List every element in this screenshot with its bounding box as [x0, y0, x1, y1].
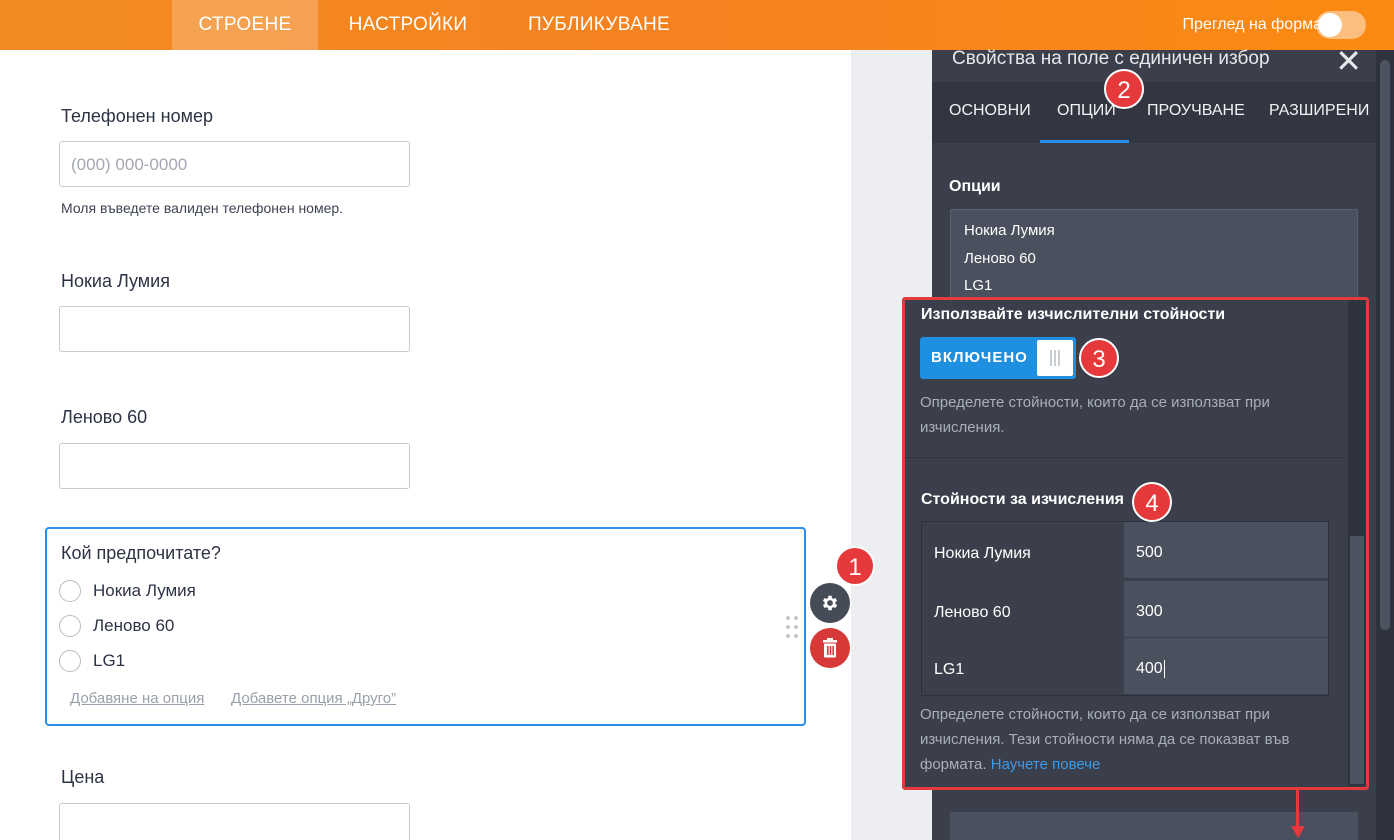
delete-field-button[interactable] — [810, 628, 850, 668]
nokia-field-label: Нокиа Лумия — [61, 271, 170, 291]
calc-option-name: LG1 — [934, 661, 965, 678]
lenovo-input[interactable] — [59, 443, 410, 489]
options-line: Леново 60 — [964, 250, 1036, 267]
phone-field-label: Телефонен номер — [61, 106, 213, 126]
panel-tab-basic[interactable]: ОСНОВНИ — [949, 102, 1031, 120]
step-badge-4: 4 — [1132, 482, 1172, 522]
description-line: формата. Научете повече — [920, 752, 1289, 777]
calc-option-name: Леново 60 — [934, 604, 1011, 621]
panel-scrollbar[interactable] — [1376, 50, 1394, 840]
radio-button[interactable] — [59, 650, 81, 672]
form-preview-toggle[interactable] — [1316, 11, 1366, 39]
radio-option-label: Нокиа Лумия — [93, 581, 196, 600]
price-field-label: Цена — [61, 767, 105, 787]
form-preview-label: Преглед на форма — [1182, 16, 1322, 33]
description-line: изчисления. Тези стойности няма да се по… — [920, 731, 1290, 748]
add-other-option-link[interactable]: Добавете опция „Друго” — [231, 690, 396, 707]
calc-value: 400 — [1136, 660, 1165, 678]
learn-more-link[interactable]: Научете повече — [991, 756, 1101, 773]
close-icon[interactable]: ✕ — [1335, 42, 1362, 80]
scrollbar-thumb[interactable] — [1350, 536, 1364, 784]
phone-input[interactable]: (000) 000-0000 — [59, 141, 410, 187]
trash-icon — [823, 638, 837, 658]
top-navigation-bar: СТРОЕНЕ НАСТРОЙКИ ПУБЛИКУВАНЕ Преглед на… — [0, 0, 1394, 50]
annotation-arrow — [1296, 790, 1299, 830]
calc-values-table: Нокиа Лумия 500 Леново 60 300 LG1 400 — [921, 521, 1329, 696]
calc-values-toggle[interactable]: ВКЛЮЧЕНО — [920, 337, 1076, 379]
tab-publish[interactable]: ПУБЛИКУВАНЕ — [514, 0, 684, 50]
description-line: Определете стойности, които да се използ… — [920, 706, 1270, 723]
step-badge-3: 3 — [1079, 338, 1119, 378]
lenovo-field-label: Леново 60 — [61, 407, 148, 427]
calc-value: 500 — [1136, 544, 1163, 561]
options-line: LG1 — [964, 277, 993, 294]
field-properties-button[interactable] — [810, 583, 850, 623]
section-divider — [905, 457, 1345, 458]
panel-tab-advanced[interactable]: РАЗШИРЕНИ — [1269, 102, 1369, 120]
options-heading: Опции — [949, 178, 1001, 195]
calc-option-cell: Леново 60 — [922, 581, 1124, 638]
panel-tab-survey[interactable]: ПРОУЧВАНЕ — [1147, 102, 1245, 120]
question-label: Кой предпочитате? — [61, 543, 221, 563]
calc-value-row: LG1 400 — [922, 638, 1328, 695]
calc-value-row: Нокиа Лумия 500 — [922, 522, 1328, 579]
phone-input-placeholder: (000) 000-0000 — [71, 155, 188, 174]
radio-button[interactable] — [59, 580, 81, 602]
step-badge-1: 1 — [835, 546, 875, 586]
calc-option-cell: Нокиа Лумия — [922, 522, 1124, 579]
calc-value-input[interactable]: 300 — [1124, 581, 1328, 638]
calc-option-cell: LG1 — [922, 638, 1124, 695]
phone-field-hint: Моля въведете валиден телефонен номер. — [61, 200, 344, 216]
tab-settings[interactable]: НАСТРОЙКИ — [336, 0, 480, 50]
toggle-knob — [1318, 13, 1342, 37]
calc-value: 300 — [1136, 603, 1163, 620]
calc-option-name: Нокиа Лумия — [934, 545, 1031, 562]
annotation-arrow-head — [1291, 826, 1305, 838]
section-scrollbar[interactable] — [1348, 300, 1366, 786]
gear-icon — [822, 595, 838, 611]
active-tab-indicator — [1040, 140, 1129, 143]
calc-value-input[interactable]: 400 — [1124, 638, 1328, 695]
calc-values-toggle-title: Използвайте изчислителни стойности — [921, 306, 1226, 323]
calc-value-input[interactable]: 500 — [1124, 522, 1328, 579]
calc-values-description: Определете стойности, които да се използ… — [920, 390, 1270, 440]
nokia-input[interactable] — [59, 306, 410, 352]
toggle-state-label: ВКЛЮЧЕНО — [931, 349, 1028, 366]
calc-value-row: Леново 60 300 — [922, 581, 1328, 638]
options-line: Нокиа Лумия — [964, 222, 1055, 239]
add-option-link[interactable]: Добавяне на опция — [70, 690, 204, 707]
description-line: Определете стойности, които да се използ… — [920, 394, 1270, 411]
options-textarea[interactable]: Нокиа Лумия Леново 60 LG1 — [950, 209, 1358, 309]
description-line: изчисления. — [920, 419, 1005, 436]
scrollbar-thumb[interactable] — [1380, 60, 1390, 630]
drag-handle-icon[interactable] — [786, 616, 800, 640]
description-text: формата. — [920, 756, 987, 773]
toggle-knob — [1037, 340, 1073, 376]
panel-title: Свойства на поле с единичен избор — [952, 48, 1270, 69]
radio-option-label: LG1 — [93, 651, 126, 670]
radio-button[interactable] — [59, 615, 81, 637]
calc-values-heading: Стойности за изчисления — [921, 491, 1125, 508]
step-badge-2: 2 — [1104, 69, 1144, 109]
panel-tab-bar: ОСНОВНИ ОПЦИИ ПРОУЧВАНЕ РАЗШИРЕНИ — [932, 82, 1376, 143]
radio-option-label: Леново 60 — [93, 616, 175, 635]
panel-tab-options[interactable]: ОПЦИИ — [1057, 102, 1116, 120]
price-input[interactable] — [59, 803, 410, 840]
calc-values-table-description: Определете стойности, които да се използ… — [920, 702, 1289, 777]
tab-build[interactable]: СТРОЕНЕ — [172, 0, 318, 50]
